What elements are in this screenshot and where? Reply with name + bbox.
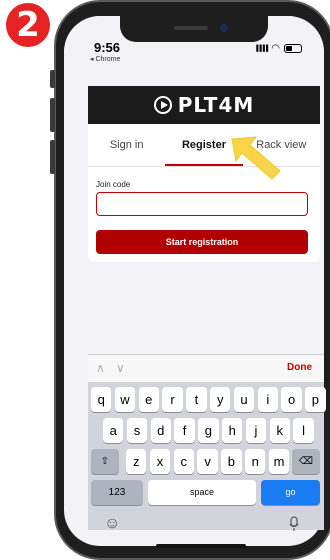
key-z[interactable]: z [126, 449, 147, 474]
key-d[interactable]: d [150, 418, 171, 443]
microphone-icon[interactable] [289, 516, 299, 535]
key-v[interactable]: v [197, 449, 218, 474]
battery-icon [284, 44, 302, 53]
key-w[interactable]: w [114, 387, 136, 412]
shift-key[interactable]: ⇧ [91, 449, 119, 474]
numbers-key[interactable]: 123 [91, 480, 143, 505]
key-i[interactable]: i [257, 387, 278, 412]
key-a[interactable]: a [103, 418, 124, 443]
volume-down-button [50, 140, 55, 174]
key-p[interactable]: p [305, 387, 326, 412]
key-x[interactable]: x [149, 449, 171, 474]
key-s[interactable]: s [126, 418, 148, 443]
status-icons: ▐▐▐▐ ◠ [254, 43, 302, 54]
key-n[interactable]: n [245, 449, 266, 474]
key-j[interactable]: j [245, 418, 267, 443]
speaker-grill [174, 26, 208, 30]
step-number-badge: 2 [6, 3, 50, 47]
key-f[interactable]: f [174, 418, 195, 443]
key-e[interactable]: e [138, 387, 159, 412]
key-l[interactable]: l [293, 418, 314, 443]
key-m[interactable]: m [268, 449, 290, 474]
keyboard-toolbar: ∧ ∨ Done [88, 354, 324, 382]
clock: 9:56 [94, 40, 121, 55]
tab-sign-in[interactable]: Sign in [88, 124, 165, 166]
key-q[interactable]: q [91, 387, 112, 412]
key-r[interactable]: r [162, 387, 183, 412]
key-y[interactable]: y [210, 387, 231, 412]
key-k[interactable]: k [269, 418, 290, 443]
key-g[interactable]: g [198, 418, 219, 443]
key-c[interactable]: c [173, 449, 194, 474]
app-header: PLT4M [88, 86, 320, 124]
volume-up-button [50, 98, 55, 132]
key-u[interactable]: u [233, 387, 255, 412]
notch [120, 16, 268, 42]
key-b[interactable]: b [221, 449, 242, 474]
done-button[interactable]: Done [287, 362, 312, 373]
wifi-icon: ◠ [271, 43, 280, 54]
highlight-arrow-icon [231, 136, 281, 180]
cellular-signal-icon: ▐▐▐▐ [254, 45, 268, 52]
previous-field-icon[interactable]: ∧ [96, 361, 105, 375]
join-code-label: Join code [96, 180, 131, 189]
join-code-input[interactable] [96, 192, 308, 216]
key-o[interactable]: o [281, 387, 302, 412]
plt4m-logo-icon [153, 96, 172, 114]
key-h[interactable]: h [222, 418, 243, 443]
space-bar[interactable]: space [148, 480, 256, 505]
back-to-app-link[interactable]: ◂ Chrome [90, 55, 120, 63]
start-registration-button[interactable]: Start registration [96, 230, 308, 254]
front-camera [220, 24, 228, 32]
home-indicator [156, 544, 246, 548]
silent-switch [50, 70, 55, 88]
next-field-icon[interactable]: ∨ [116, 361, 125, 375]
emoji-icon[interactable]: ☺ [104, 515, 120, 533]
go-key[interactable]: go [261, 480, 320, 505]
brand-title: PLT4M [177, 93, 255, 117]
key-t[interactable]: t [186, 387, 207, 412]
backspace-key[interactable]: ⌫ [292, 449, 320, 474]
